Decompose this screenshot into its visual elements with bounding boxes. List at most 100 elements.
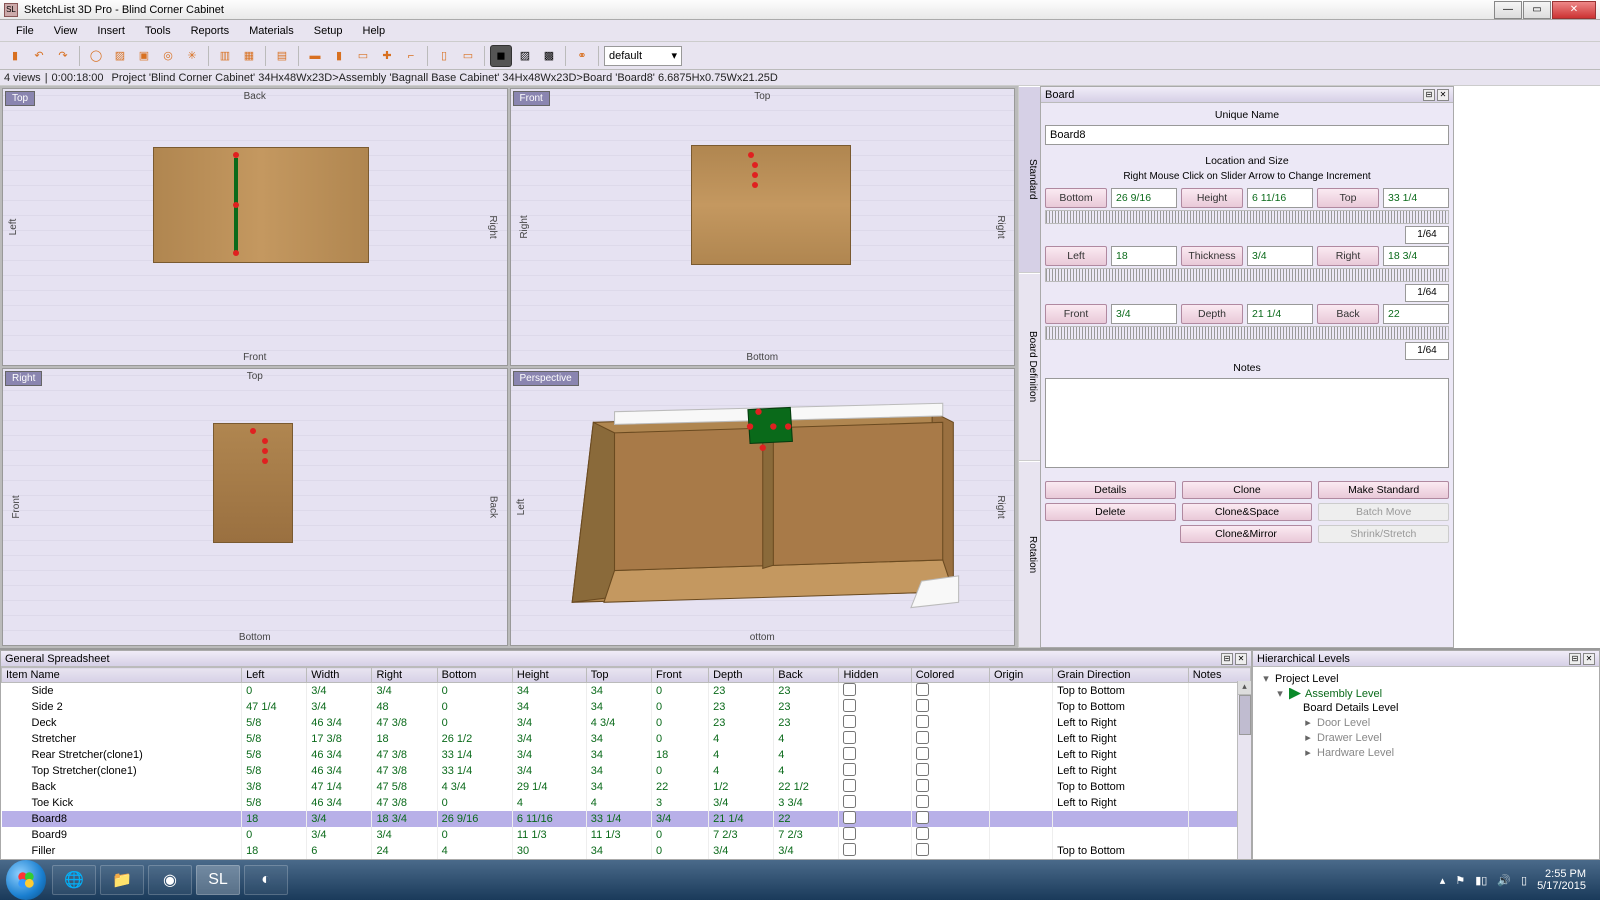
- menu-reports[interactable]: Reports: [181, 23, 240, 39]
- slider-2[interactable]: [1045, 326, 1449, 340]
- colored-checkbox[interactable]: [916, 699, 929, 712]
- drawer-icon[interactable]: ▭: [457, 45, 479, 67]
- graph-icon[interactable]: ▨: [109, 45, 131, 67]
- delete-button[interactable]: Delete: [1045, 503, 1176, 521]
- dim-height-value[interactable]: 6 11/16: [1247, 188, 1313, 208]
- taskbar-explorer-icon[interactable]: 📁: [100, 865, 144, 895]
- menu-view[interactable]: View: [44, 23, 88, 39]
- shade2-icon[interactable]: ▨: [514, 45, 536, 67]
- tray-up-icon[interactable]: ▴: [1440, 874, 1446, 887]
- cabinet-icon[interactable]: ▥: [214, 45, 236, 67]
- colored-checkbox[interactable]: [916, 843, 929, 856]
- crumb-project[interactable]: Project 'Blind Corner Cabinet' 34Hx48Wx2…: [112, 72, 333, 84]
- dim-top-button[interactable]: Top: [1317, 188, 1379, 208]
- ss-header[interactable]: Front: [651, 668, 708, 683]
- table-row[interactable]: Top Stretcher(clone1)5/846 3/447 3/833 1…: [2, 763, 1251, 779]
- ss-header[interactable]: Bottom: [437, 668, 512, 683]
- dim-left-value[interactable]: 18: [1111, 246, 1177, 266]
- ss-pin-icon[interactable]: ⊟: [1221, 653, 1233, 665]
- dim-thickness-button[interactable]: Thickness: [1181, 246, 1243, 266]
- taskbar-chrome-icon[interactable]: ◉: [148, 865, 192, 895]
- door-icon[interactable]: ▯: [433, 45, 455, 67]
- maximize-button[interactable]: ▭: [1523, 1, 1551, 19]
- ss-header[interactable]: Left: [242, 668, 307, 683]
- panel-pin-icon[interactable]: ⊟: [1423, 89, 1435, 101]
- hidden-checkbox[interactable]: [843, 811, 856, 824]
- board-right-shape[interactable]: [213, 423, 293, 543]
- ss-header[interactable]: Depth: [709, 668, 774, 683]
- tray-battery-icon[interactable]: ▯: [1521, 874, 1527, 887]
- colored-checkbox[interactable]: [916, 795, 929, 808]
- dim-left-button[interactable]: Left: [1045, 246, 1107, 266]
- hidden-checkbox[interactable]: [843, 699, 856, 712]
- clone-button[interactable]: Clone: [1182, 481, 1313, 499]
- side-tab-standard[interactable]: Standard: [1019, 86, 1040, 273]
- dim-front-button[interactable]: Front: [1045, 304, 1107, 324]
- table-row[interactable]: Stretcher5/817 3/81826 1/23/434044Left t…: [2, 731, 1251, 747]
- viewport-top[interactable]: Top Back Front Left Right: [2, 88, 508, 366]
- redo-icon[interactable]: ↷: [52, 45, 74, 67]
- undo-icon[interactable]: ↶: [28, 45, 50, 67]
- gear-icon[interactable]: ✳: [181, 45, 203, 67]
- ss-header[interactable]: Back: [774, 668, 839, 683]
- tray-flag-icon[interactable]: ⚑: [1455, 874, 1465, 887]
- dim-depth-button[interactable]: Depth: [1181, 304, 1243, 324]
- tree-drawer-level[interactable]: ▸Drawer Level: [1303, 730, 1591, 745]
- shrink-stretch-button[interactable]: Shrink/Stretch: [1318, 525, 1449, 543]
- table-row[interactable]: Toe Kick5/846 3/447 3/804433/43 3/4Left …: [2, 795, 1251, 811]
- menu-insert[interactable]: Insert: [87, 23, 135, 39]
- menu-tools[interactable]: Tools: [135, 23, 181, 39]
- batch-move-button[interactable]: Batch Move: [1318, 503, 1449, 521]
- ss-header[interactable]: Item Name: [2, 668, 242, 683]
- dim-right-value[interactable]: 18 3/4: [1383, 246, 1449, 266]
- ss-header[interactable]: Origin: [989, 668, 1052, 683]
- unique-name-input[interactable]: [1045, 125, 1449, 145]
- ss-header[interactable]: Hidden: [839, 668, 911, 683]
- ss-header[interactable]: Colored: [911, 668, 989, 683]
- hidden-checkbox[interactable]: [843, 843, 856, 856]
- colored-checkbox[interactable]: [916, 763, 929, 776]
- dim-depth-value[interactable]: 21 1/4: [1247, 304, 1313, 324]
- clone-mirror-button[interactable]: Clone&Mirror: [1180, 525, 1311, 543]
- tray-clock[interactable]: 2:55 PM5/17/2015: [1537, 868, 1586, 892]
- tree-hardware-level[interactable]: ▸Hardware Level: [1303, 745, 1591, 760]
- menu-materials[interactable]: Materials: [239, 23, 304, 39]
- tray-wifi-icon[interactable]: ▮▯: [1475, 874, 1487, 887]
- colored-checkbox[interactable]: [916, 715, 929, 728]
- make-standard-button[interactable]: Make Standard: [1318, 481, 1449, 499]
- close-button[interactable]: ✕: [1552, 1, 1596, 19]
- hidden-checkbox[interactable]: [843, 747, 856, 760]
- shade1-icon[interactable]: ◼: [490, 45, 512, 67]
- taskbar-app-icon[interactable]: ◐: [244, 865, 288, 895]
- hidden-checkbox[interactable]: [843, 715, 856, 728]
- table-row[interactable]: Board903/43/4011 1/311 1/307 2/37 2/3: [2, 827, 1251, 843]
- hidden-checkbox[interactable]: [843, 763, 856, 776]
- views-count[interactable]: 4 views: [4, 72, 41, 84]
- table-row[interactable]: Rear Stretcher(clone1)5/846 3/447 3/833 …: [2, 747, 1251, 763]
- hier-pin-icon[interactable]: ⊟: [1569, 653, 1581, 665]
- side-tab-board-definition[interactable]: Board Definition: [1019, 273, 1040, 460]
- details-button[interactable]: Details: [1045, 481, 1176, 499]
- taskbar-ie-icon[interactable]: 🌐: [52, 865, 96, 895]
- board-vert-icon[interactable]: ▮: [328, 45, 350, 67]
- dim-back-value[interactable]: 22: [1383, 304, 1449, 324]
- ss-header[interactable]: Top: [586, 668, 651, 683]
- slider-1[interactable]: [1045, 268, 1449, 282]
- colored-checkbox[interactable]: [916, 747, 929, 760]
- ss-header[interactable]: Right: [372, 668, 437, 683]
- table-row[interactable]: Filler186244303403/43/4Top to Bottom: [2, 843, 1251, 859]
- dim-front-value[interactable]: 3/4: [1111, 304, 1177, 324]
- clone-space-button[interactable]: Clone&Space: [1182, 503, 1313, 521]
- shade3-icon[interactable]: ▩: [538, 45, 560, 67]
- timer-icon[interactable]: ◯: [85, 45, 107, 67]
- increment-0[interactable]: 1/64: [1405, 226, 1449, 244]
- table-row[interactable]: Board8183/418 3/426 9/166 11/1633 1/43/4…: [2, 811, 1251, 827]
- hidden-checkbox[interactable]: [843, 795, 856, 808]
- toolbar-style-select[interactable]: default▾: [604, 46, 682, 66]
- menu-setup[interactable]: Setup: [304, 23, 353, 39]
- viewport-right[interactable]: Right Top Bottom Front Back: [2, 368, 508, 646]
- board-top-shape[interactable]: [153, 147, 369, 263]
- colored-checkbox[interactable]: [916, 811, 929, 824]
- crumb-assembly[interactable]: Assembly 'Bagnall Base Cabinet' 34Hx48Wx…: [339, 72, 577, 84]
- taskbar-sketchlist-icon[interactable]: SL: [196, 865, 240, 895]
